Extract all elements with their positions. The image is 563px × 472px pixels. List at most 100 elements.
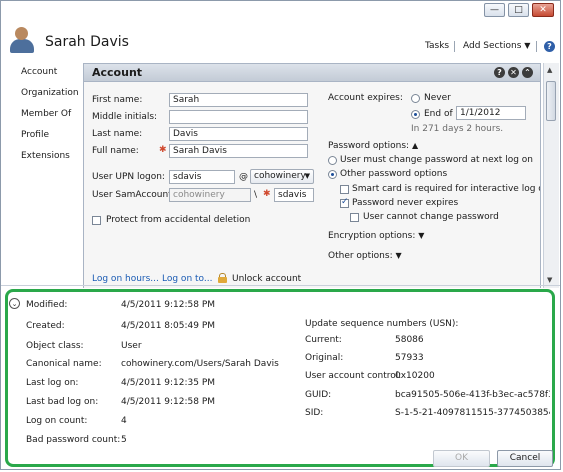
must-change-radio[interactable] [328,156,337,165]
vertical-scrollbar[interactable]: ▲ ▼ [543,63,559,288]
password-options-text: Password options: [328,141,410,151]
object-class-label: Object class: [26,341,84,351]
chevron-up-icon: ▲ [411,141,419,150]
nav-item-extensions[interactable]: Extensions [21,151,70,161]
sam-account-label: User SamAccount... [92,190,181,200]
scroll-thumb[interactable] [546,81,556,121]
other-password-radio[interactable] [328,170,337,179]
tasks-label: Tasks [425,41,450,51]
section-help-icon[interactable]: ? [494,67,505,78]
protect-deletion-label: Protect from accidental deletion [106,215,251,225]
chevron-down-icon: ▼ [524,41,531,50]
never-radio[interactable] [411,94,420,103]
lock-icon [218,273,227,283]
password-options-label[interactable]: Password options: ▲ [328,141,418,151]
details-divider [1,285,560,286]
usn-original-label: Original: [305,353,344,363]
nav-item-account[interactable]: Account [21,67,57,77]
dropdown-arrow-icon: ▼ [304,172,310,180]
logon-to-link[interactable]: Log on to... [162,274,212,284]
maximize-icon: □ [514,5,523,15]
section-close-icon[interactable]: ✕ [508,67,519,78]
bad-password-count-value: 5 [121,435,127,445]
minimize-icon: — [490,5,499,15]
logon-hours-link[interactable]: Log on hours... [92,274,159,284]
close-window-button[interactable]: ✕ [532,3,554,17]
encryption-options-toggle[interactable]: Encryption options: ▼ [328,231,424,241]
last-bad-logon-label: Last bad log on: [26,397,99,407]
cannot-change-label: User cannot change password [363,212,499,222]
middle-initials-field[interactable] [169,110,308,124]
user-display-name: Sarah Davis [45,34,129,50]
chevron-down-icon: ▼ [395,251,402,260]
cancel-button[interactable]: Cancel [497,450,553,467]
uac-value: 0x10200 [395,371,435,381]
guid-value: bca91505-506e-413f-b3ec-ac578f33ac6f [395,390,550,400]
scroll-down-icon[interactable]: ▼ [547,276,552,284]
unlock-account-link[interactable]: Unlock account [232,274,301,284]
help-label: ? [547,42,552,51]
smart-card-checkbox[interactable] [340,185,349,194]
section-header: Account ? ✕ ⌃ [84,64,540,82]
upn-logon-field[interactable]: sdavis [169,170,235,184]
section-nav: Account Organization Member Of Profile E… [1,61,83,286]
avatar-body [10,39,34,53]
minimize-button[interactable]: — [484,3,505,17]
logon-count-value: 4 [121,416,127,426]
first-name-field[interactable]: Sarah [169,93,308,107]
properties-window: — □ ✕ Sarah Davis Tasks Add Sections ▼ ?… [0,0,561,470]
sid-value: S-1-5-21-4097811515-3774503854-2531 [395,408,550,418]
section-title: Account [92,66,143,79]
maximize-button[interactable]: □ [508,3,529,17]
expiry-date-field[interactable]: 1/1/2012 [456,106,526,120]
usn-heading: Update sequence numbers (USN): [305,319,459,329]
smart-card-label: Smart card is required for interactive l… [352,184,541,194]
avatar-head [15,27,28,40]
never-expires-checkbox[interactable] [340,197,349,208]
add-sections-label: Add Sections [463,41,522,51]
never-expires-label: Password never expires [352,198,459,208]
upn-at-sign: @ [239,172,248,182]
required-icon: ✱ [263,189,271,199]
account-expires-label: Account expires: [328,93,403,103]
object-class-value: User [121,341,142,351]
last-logon-value: 4/5/2011 9:12:35 PM [121,378,216,388]
required-icon: ✱ [159,145,167,155]
nav-item-organization[interactable]: Organization [21,88,79,98]
encryption-options-label: Encryption options: [328,231,416,241]
modified-value: 4/5/2011 9:12:58 PM [121,300,216,310]
full-name-label: Full name: [92,146,139,156]
usn-current-value: 58086 [395,335,424,345]
collapse-icon[interactable]: ⌃ [522,67,533,78]
full-name-field[interactable]: Sarah Davis [169,144,308,158]
protect-deletion-checkbox[interactable] [92,216,101,225]
help-icon[interactable]: ? [544,41,555,52]
cannot-change-checkbox[interactable] [350,213,359,222]
last-name-field[interactable]: Davis [169,127,308,141]
logon-count-label: Log on count: [26,416,88,426]
first-name-label: First name: [92,95,143,105]
scroll-up-icon[interactable]: ▲ [547,66,552,74]
end-of-radio[interactable] [411,110,420,119]
nav-item-member-of[interactable]: Member Of [21,109,71,119]
created-label: Created: [26,321,65,331]
last-bad-logon-value: 4/5/2011 9:12:58 PM [121,397,216,407]
upn-domain-select[interactable]: cohowinery ▼ [250,169,314,184]
toolbar-divider [536,41,537,52]
created-value: 4/5/2011 8:05:49 PM [121,321,216,331]
close-icon: ✕ [539,5,547,15]
title-bar: — □ ✕ Sarah Davis Tasks Add Sections ▼ ? [1,1,560,61]
toolbar-divider [454,41,455,52]
usn-original-value: 57933 [395,353,424,363]
tasks-menu[interactable]: Tasks [425,41,449,51]
last-name-label: Last name: [92,129,143,139]
sam-domain-field: cohowinery [169,188,251,202]
ok-button[interactable]: OK [433,450,490,467]
add-sections-menu[interactable]: Add Sections ▼ [463,41,530,51]
other-options-label: Other options: [328,251,393,261]
bad-password-count-label: Bad password count: [26,435,121,445]
sam-account-field[interactable]: sdavis [274,188,314,202]
expand-details-icon[interactable]: ⌄ [9,298,20,309]
nav-item-profile[interactable]: Profile [21,130,49,140]
other-options-toggle[interactable]: Other options: ▼ [328,251,402,261]
